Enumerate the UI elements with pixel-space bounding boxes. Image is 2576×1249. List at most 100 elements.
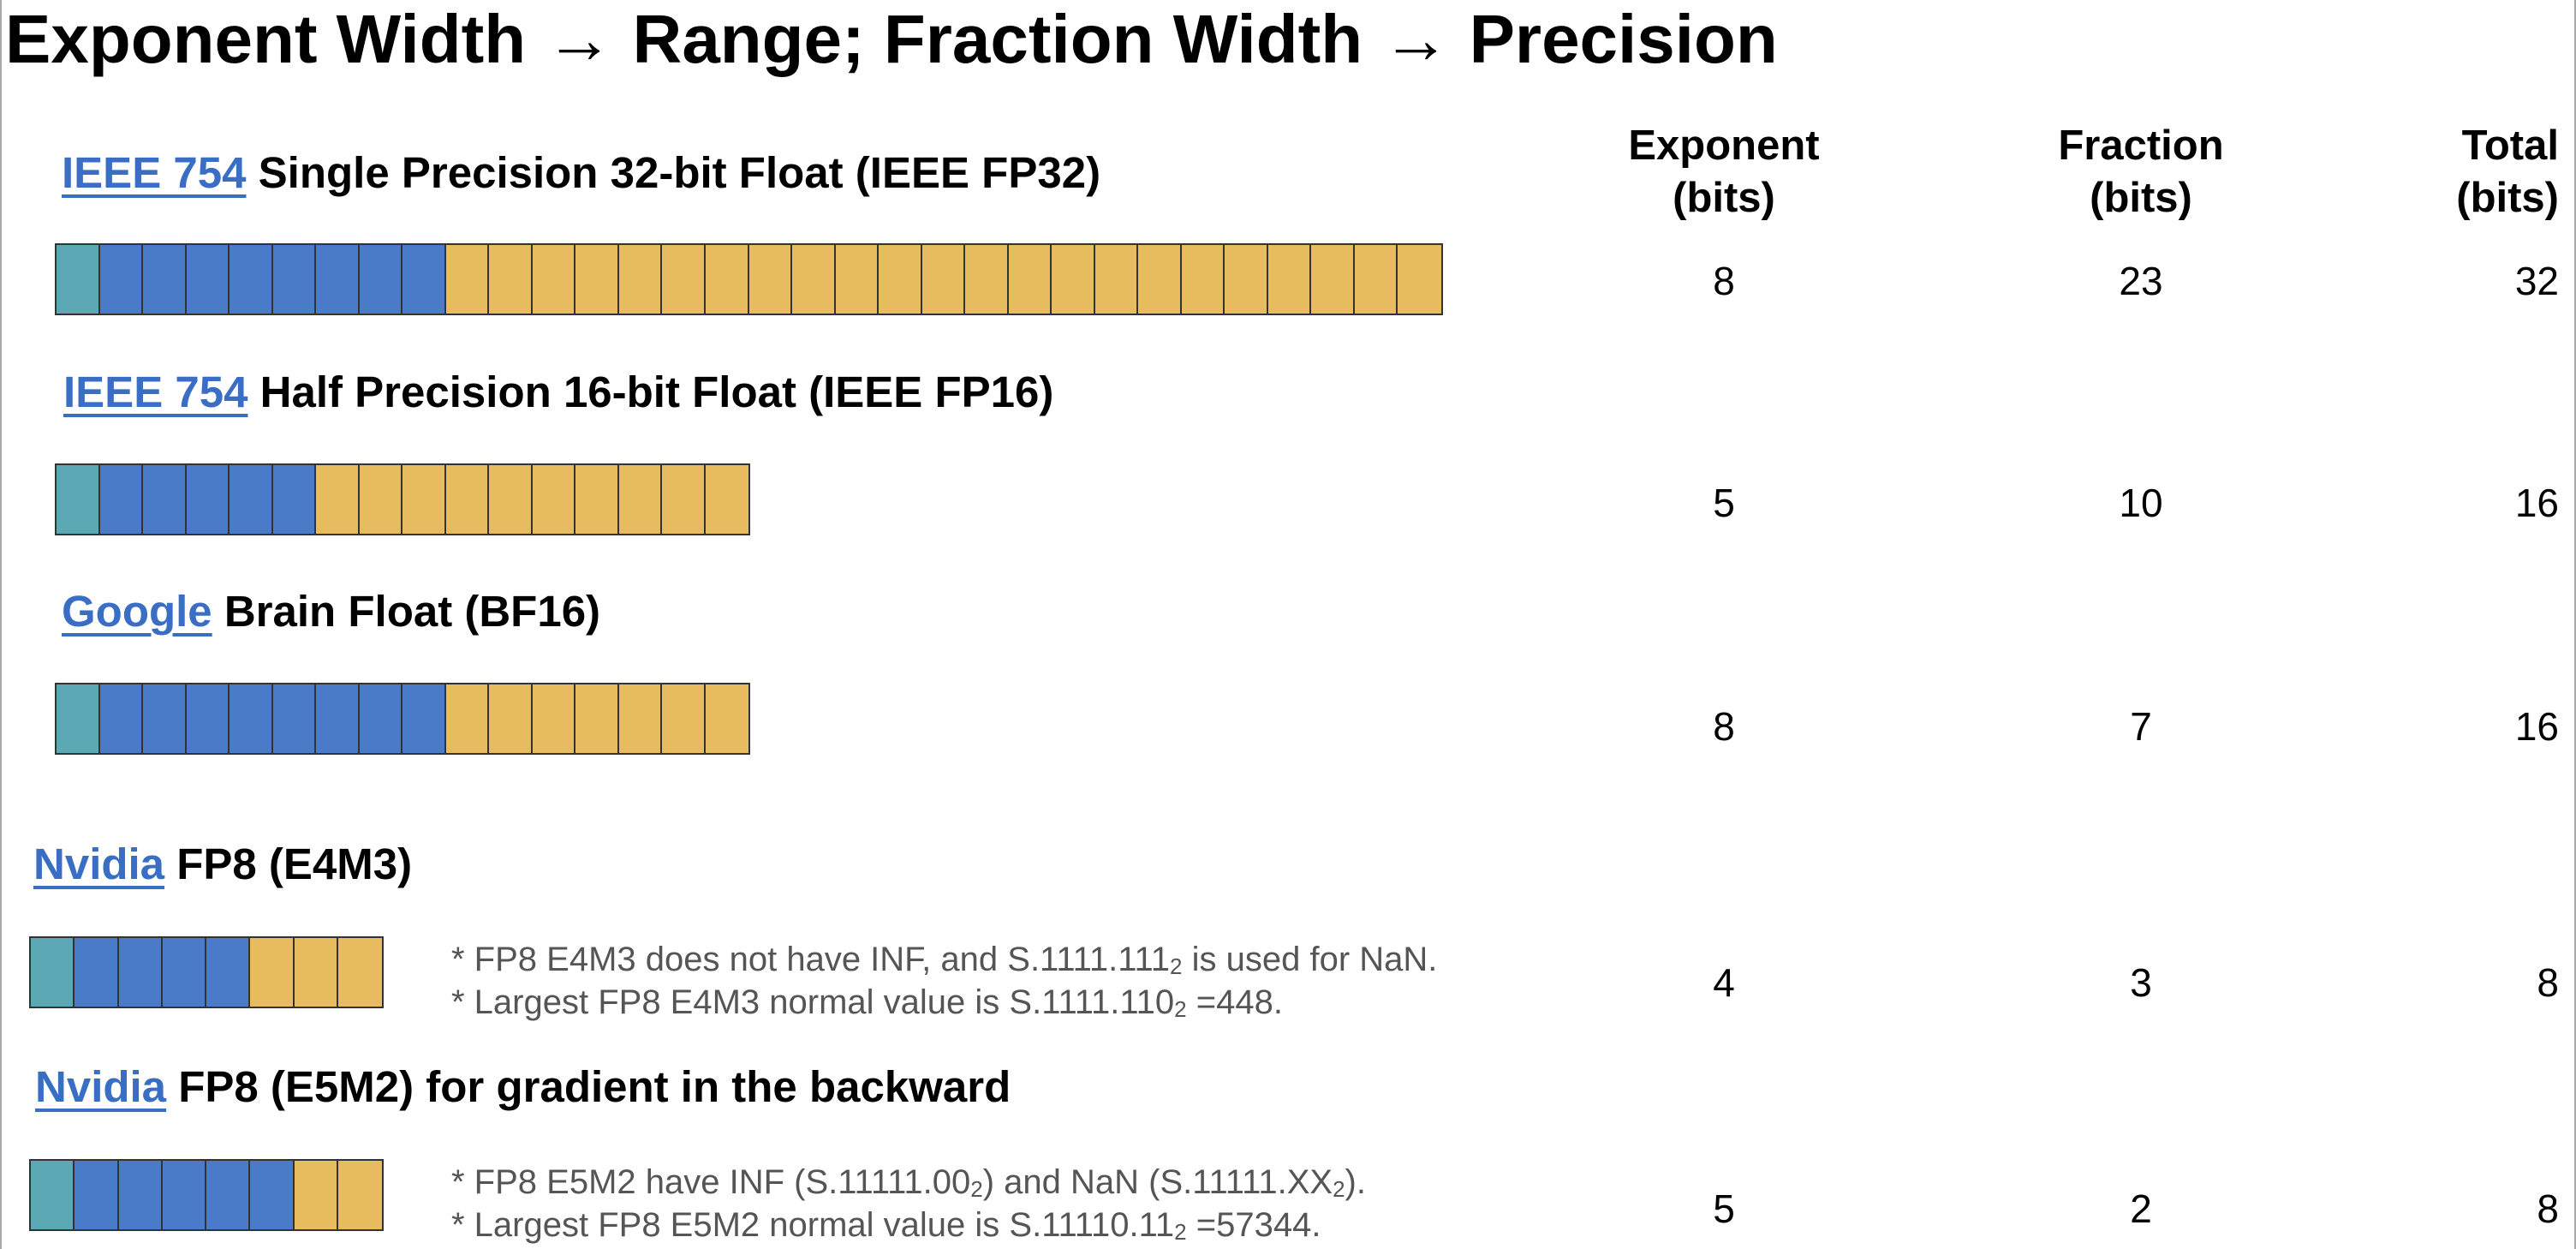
vendor-link[interactable]: Google [62,587,212,636]
diagram-frame: Exponent Width → Range; Fraction Width →… [0,0,2576,1249]
sign-bit [31,938,75,1007]
exponent-bit [272,465,316,534]
fraction-bit [445,684,489,753]
exponent-bit [230,245,273,314]
format-title: IEEE 754 Single Precision 32-bit Float (… [62,151,1100,194]
fraction-bit [1008,245,1052,314]
fraction-bit [402,465,446,534]
fraction-bit [250,938,295,1007]
exponent-bit [206,1161,251,1229]
fraction-bit [705,465,748,534]
fraction-bit [1311,245,1355,314]
exponent-bit [402,684,446,753]
exponent-bit [186,684,230,753]
format-name-text: Half Precision 16-bit Float (IEEE FP16) [247,368,1054,416]
fraction-bit [792,245,836,314]
exponent-bit [316,684,360,753]
footnote: * Largest FP8 E4M3 normal value is S.111… [451,983,1283,1022]
fraction-bit [445,245,490,314]
exponent-bit [272,684,316,753]
exponent-bit [359,684,402,753]
exponent-bit [162,938,206,1007]
fraction-bit [662,245,706,314]
fraction-bit [532,684,575,753]
fraction-bit [532,465,575,534]
fraction-bit [489,684,533,753]
value-total-bits: 8 [2537,960,2559,1005]
exponent-bit [272,245,317,314]
exponent-bit [359,245,403,314]
fraction-bit [1267,245,1312,314]
fraction-bit [575,245,619,314]
vendor-link[interactable]: Nvidia [35,1062,166,1111]
column-header-total: Total (bits) [2456,123,2559,222]
column-header-fraction: Fraction (bits) [2058,123,2224,222]
sign-bit [31,1161,75,1229]
fraction-bit [1354,245,1398,314]
sign-bit [57,684,100,753]
exponent-bit [186,245,230,314]
fraction-bit [662,465,706,534]
format-name-text: FP8 (E4M3) [164,840,413,888]
fraction-bit [359,465,402,534]
exponent-bit [143,684,187,753]
value-fraction-bits: 10 [2119,481,2163,525]
exponent-bit [230,465,273,534]
exponent-bit [402,245,446,314]
value-exponent-bits: 5 [1713,1186,1735,1231]
exponent-bit [99,245,144,314]
fraction-bit [337,938,382,1007]
exponent-bit [99,465,143,534]
fraction-bit [575,465,619,534]
fraction-bit [748,245,793,314]
fraction-bit [1094,245,1139,314]
format-title: Google Brain Float (BF16) [62,589,600,633]
bit-layout-bar [29,936,384,1008]
fraction-bit [662,684,706,753]
exponent-bit [75,938,119,1007]
exponent-bit [316,245,360,314]
fraction-bit [316,465,360,534]
value-exponent-bits: 4 [1713,960,1735,1005]
fraction-bit [1181,245,1225,314]
exponent-bit [206,938,251,1007]
fraction-bit [705,684,748,753]
fraction-bit [575,684,619,753]
vendor-link[interactable]: IEEE 754 [63,368,247,416]
bit-layout-bar [55,683,750,755]
fraction-bit [835,245,880,314]
fraction-bit [965,245,1009,314]
fraction-bit [294,938,338,1007]
footnote: * FP8 E5M2 have INF (S.11111.002) and Na… [451,1163,1366,1202]
vendor-link[interactable]: Nvidia [33,840,164,888]
footnote: * Largest FP8 E5M2 normal value is S.111… [451,1206,1321,1245]
fraction-bit [921,245,966,314]
fraction-bit [618,684,662,753]
exponent-bit [143,465,187,534]
value-fraction-bits: 3 [2130,960,2152,1005]
page-title: Exponent Width → Range; Fraction Width →… [5,1,1778,77]
value-fraction-bits: 2 [2130,1186,2152,1231]
exponent-bit [75,1161,119,1229]
format-title: Nvidia FP8 (E5M2) for gradient in the ba… [35,1065,1011,1109]
fraction-bit [1398,245,1441,314]
sign-bit [57,245,100,314]
format-name-text: FP8 (E5M2) for gradient in the backward [166,1062,1011,1111]
exponent-bit [250,1161,295,1229]
sign-bit [57,465,100,534]
column-header-exponent: Exponent (bits) [1628,123,1820,222]
value-exponent-bits: 8 [1713,259,1735,303]
fraction-bit [618,245,663,314]
bit-layout-bar [29,1159,384,1231]
fraction-bit [489,465,533,534]
vendor-link[interactable]: IEEE 754 [62,148,246,197]
fraction-bit [705,245,749,314]
exponent-bit [162,1161,206,1229]
format-title: Nvidia FP8 (E4M3) [33,842,412,886]
value-fraction-bits: 23 [2119,259,2163,303]
fraction-bit [879,245,922,314]
value-exponent-bits: 8 [1713,704,1735,749]
fraction-bit [445,465,489,534]
format-name-text: Single Precision 32-bit Float (IEEE FP32… [246,148,1101,197]
fraction-bit [294,1161,338,1229]
